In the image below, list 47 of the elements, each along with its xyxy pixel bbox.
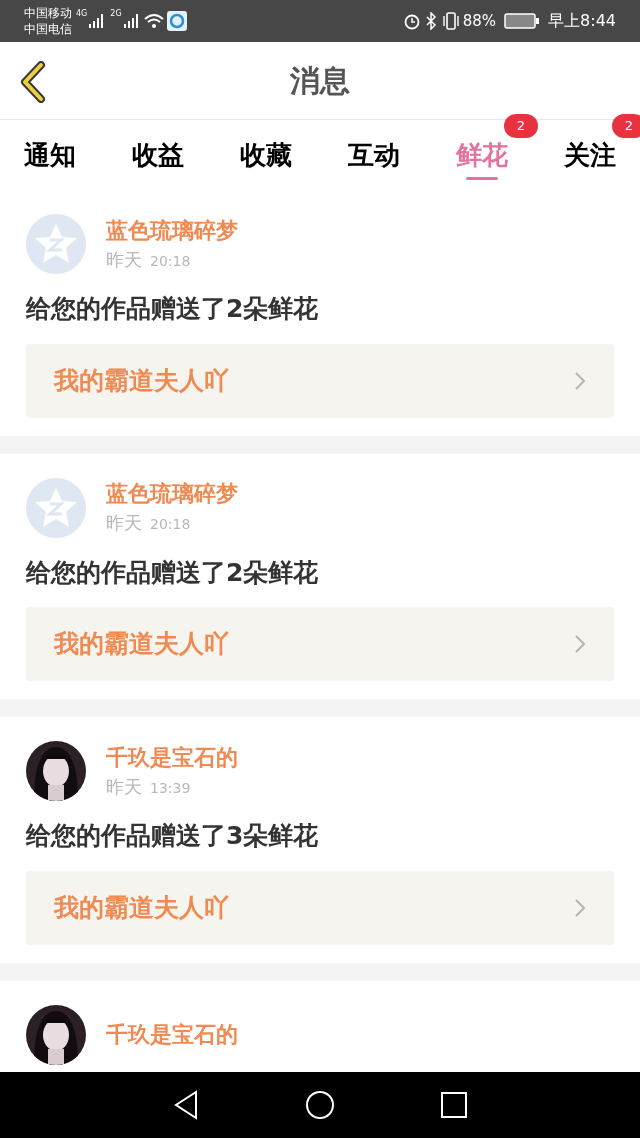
tab[interactable]: 通知	[24, 135, 76, 175]
chevron-right-icon	[574, 370, 586, 391]
carrier-name: 中国电信	[24, 21, 72, 37]
chevron-right-icon	[574, 897, 586, 918]
work-link[interactable]: 我的霸道夫人吖	[26, 607, 614, 681]
home-nav-button[interactable]	[305, 1090, 335, 1120]
work-link[interactable]: 我的霸道夫人吖	[26, 343, 614, 418]
message-time: 13:39	[150, 778, 191, 798]
work-link[interactable]: 我的霸道夫人吖	[26, 870, 614, 945]
wifi-icon	[142, 12, 165, 30]
default-avatar-icon	[26, 477, 86, 538]
page-title: 消息	[290, 62, 350, 100]
sender-name[interactable]: 蓝色琉璃碎梦	[106, 479, 238, 509]
carrier-name: 中国移动	[24, 5, 72, 21]
tab-underline	[466, 177, 498, 180]
signal-icon	[88, 13, 105, 29]
message-time: 20:18	[150, 251, 191, 271]
clock: 早上8:44	[548, 10, 616, 32]
message-text: 给您的作品赠送了3朵鲜花	[26, 820, 320, 852]
app-icon	[166, 11, 187, 31]
network-type: 2G	[110, 8, 122, 20]
sender-name[interactable]: 蓝色琉璃碎梦	[106, 215, 238, 246]
signal-icon	[122, 13, 139, 29]
message-time: 20:18	[150, 515, 191, 534]
default-avatar-icon	[26, 214, 86, 274]
message-text: 给您的作品赠送了2朵鲜花	[26, 293, 320, 325]
tab-badge: 2	[504, 114, 538, 138]
tab[interactable]: 收益	[132, 135, 184, 175]
chevron-right-icon	[574, 634, 586, 654]
sender-name[interactable]: 千玖是宝石的	[106, 742, 238, 773]
message-day: 昨天	[106, 245, 142, 273]
battery-icon	[504, 13, 541, 29]
bluetooth-icon	[424, 12, 437, 30]
alarm-icon	[402, 12, 421, 30]
recents-nav-button[interactable]	[439, 1091, 468, 1119]
message-day: 昨天	[106, 772, 142, 800]
vibrate-icon	[440, 12, 461, 30]
tab[interactable]: 互动	[348, 135, 400, 175]
message-day: 昨天	[106, 509, 142, 536]
network-type: 4G	[76, 8, 88, 20]
tab-badge: 2	[612, 114, 640, 138]
message-text: 给您的作品赠送了2朵鲜花	[26, 556, 320, 589]
sender-name[interactable]: 千玖是宝石的	[106, 1019, 238, 1050]
tab[interactable]: 鲜花	[456, 135, 508, 175]
battery-percent: 88%	[462, 10, 497, 32]
tab[interactable]: 关注	[564, 135, 616, 175]
tab[interactable]: 收藏	[240, 135, 292, 175]
